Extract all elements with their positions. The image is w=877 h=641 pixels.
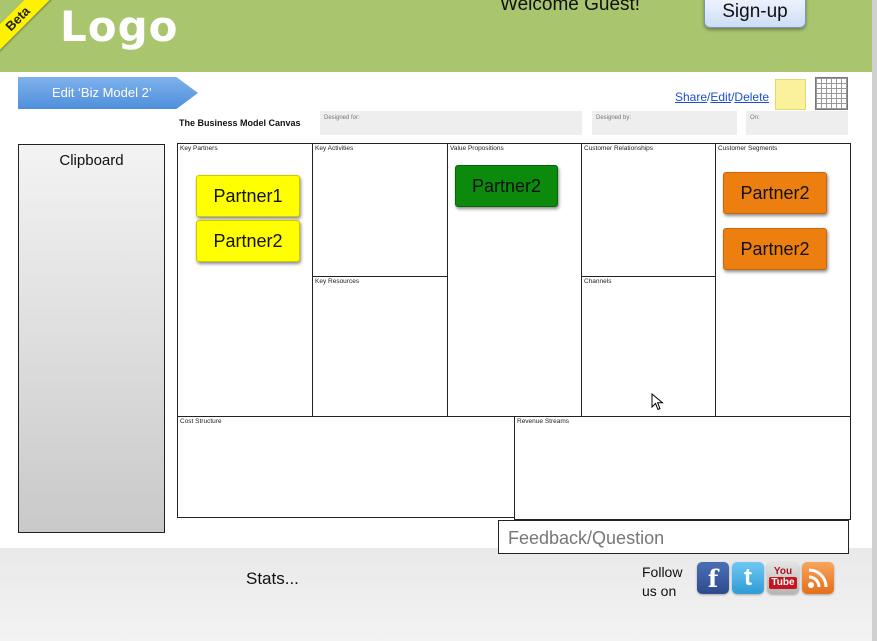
cell-label: Channels xyxy=(584,278,612,285)
clipboard-title: Clipboard xyxy=(59,152,124,169)
sign-up-button[interactable]: Sign-up xyxy=(704,0,806,28)
facebook-icon[interactable]: f xyxy=(697,562,729,594)
date-field[interactable]: On: xyxy=(746,111,848,135)
cell-key-activities[interactable]: Key Activities xyxy=(312,143,448,277)
cell-label: Cost Structure xyxy=(180,418,222,425)
mouse-cursor-icon xyxy=(651,393,664,411)
grid-icon[interactable] xyxy=(815,77,848,110)
logo[interactable]: Logo xyxy=(60,2,179,51)
cell-label: Customer Segments xyxy=(718,145,778,152)
cell-label: Customer Relationships xyxy=(584,145,654,152)
header-bar: Beta Logo Welcome Guest! Sign-up xyxy=(0,0,872,72)
canvas-title: The Business Model Canvas xyxy=(179,118,301,128)
rss-icon[interactable] xyxy=(802,562,834,594)
follow-line-2: us on xyxy=(642,583,677,599)
sticky-note[interactable]: Partner2 xyxy=(196,220,300,262)
cell-revenue-streams[interactable]: Revenue Streams xyxy=(514,416,851,520)
sticky-note-icon[interactable] xyxy=(775,79,806,110)
delete-link[interactable]: Delete xyxy=(734,90,769,104)
follow-us-label: Follow us on xyxy=(642,563,682,601)
youtube-text-1: You xyxy=(773,566,793,577)
welcome-message: Welcome Guest! xyxy=(500,0,641,15)
cell-label: Key Partners xyxy=(180,145,218,152)
cell-label: Revenue Streams xyxy=(517,418,570,425)
sticky-note[interactable]: Partner1 xyxy=(196,175,300,217)
youtube-icon[interactable]: You Tube xyxy=(767,562,799,594)
cell-label: Key Activities xyxy=(315,145,354,152)
cell-label: Key Resources xyxy=(315,278,360,285)
designed-for-label: Designed for: xyxy=(324,115,360,121)
stats-link[interactable]: Stats... xyxy=(246,569,299,589)
sticky-note[interactable]: Partner2 xyxy=(723,228,827,270)
designed-by-field[interactable]: Designed by: xyxy=(592,111,737,135)
feedback-input[interactable]: Feedback/Question xyxy=(498,520,849,554)
twitter-icon[interactable]: t xyxy=(732,562,764,594)
edit-link[interactable]: Edit xyxy=(710,90,731,104)
cell-cost-structure[interactable]: Cost Structure xyxy=(177,416,515,518)
beta-ribbon: Beta xyxy=(0,0,53,54)
model-actions: Share/Edit/Delete xyxy=(675,90,769,104)
designed-by-label: Designed by: xyxy=(596,115,632,121)
cell-key-resources[interactable]: Key Resources xyxy=(312,276,448,417)
follow-line-1: Follow xyxy=(642,564,683,580)
sticky-note[interactable]: Partner2 xyxy=(723,172,827,214)
window-edge xyxy=(872,0,877,641)
designed-for-field[interactable]: Designed for: xyxy=(320,111,582,135)
date-label: On: xyxy=(750,115,760,121)
cell-customer-relationships[interactable]: Customer Relationships xyxy=(581,143,716,277)
cell-channels[interactable]: Channels xyxy=(581,276,716,417)
youtube-text-2: Tube xyxy=(769,577,797,589)
clipboard-panel[interactable]: Clipboard xyxy=(18,144,165,533)
edit-model-button[interactable]: Edit ‘Biz Model 2’ xyxy=(18,77,198,109)
cell-label: Value Propositions xyxy=(450,145,504,152)
rss-glyph xyxy=(808,568,828,588)
share-link[interactable]: Share xyxy=(675,90,707,104)
sticky-note[interactable]: Partner2 xyxy=(455,165,558,207)
